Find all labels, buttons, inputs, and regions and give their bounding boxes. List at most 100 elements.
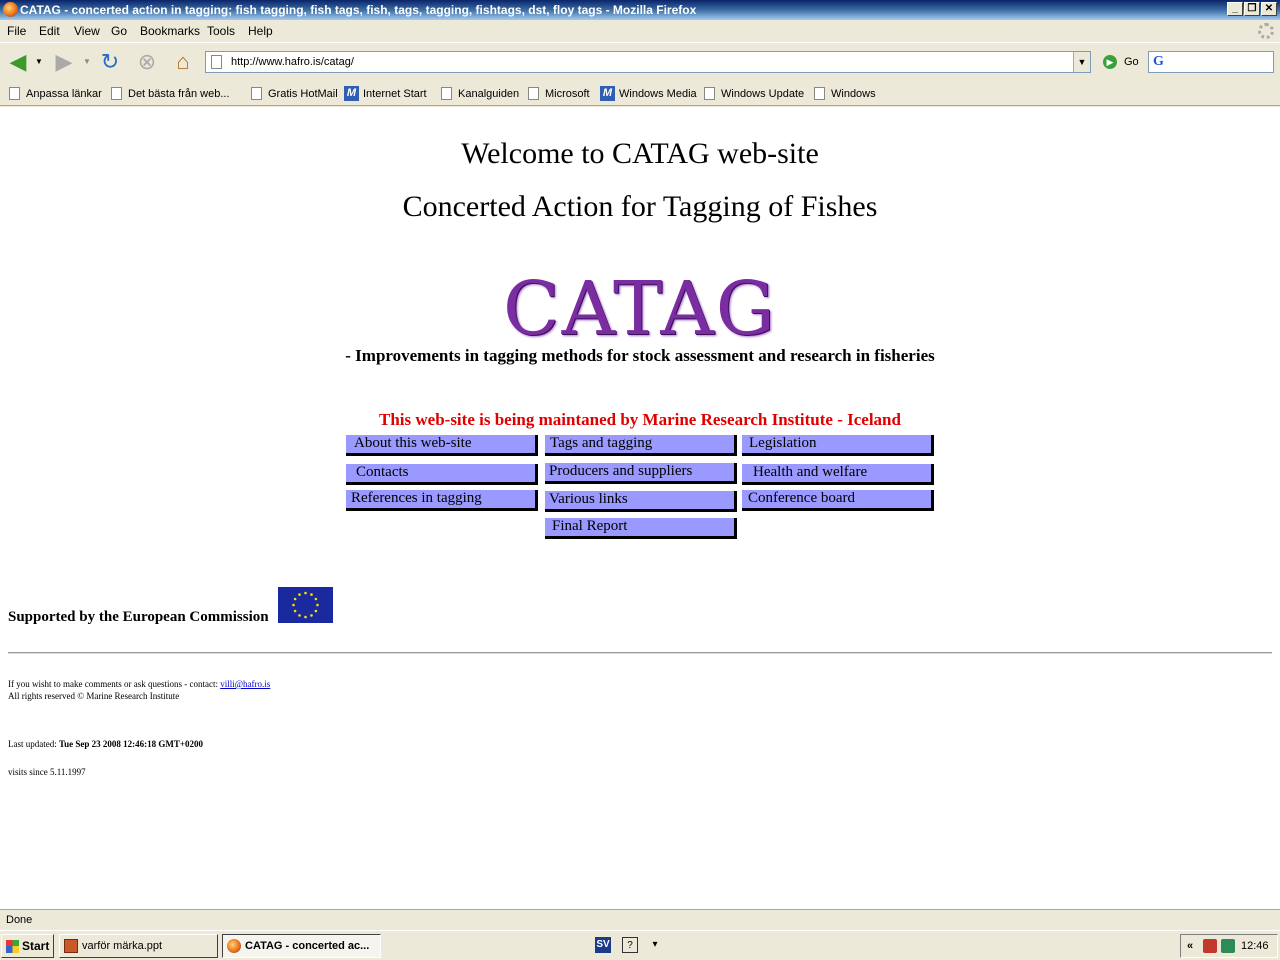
clock[interactable]: 12:46 bbox=[1241, 935, 1269, 957]
tray-expand-icon[interactable]: « bbox=[1187, 935, 1193, 957]
menu-go[interactable]: Go bbox=[111, 20, 127, 42]
forward-dropdown-icon[interactable]: ▼ bbox=[80, 49, 94, 75]
taskbar: Start varför märka.ppt CATAG - concerted… bbox=[0, 930, 1280, 960]
last-updated: Last updated: Tue Sep 23 2008 12:46:18 G… bbox=[8, 739, 203, 749]
task-firefox[interactable]: CATAG - concerted ac... bbox=[222, 934, 381, 958]
start-label[interactable]: Start bbox=[22, 939, 49, 953]
divider bbox=[8, 652, 1272, 654]
close-button[interactable]: ✕ bbox=[1261, 2, 1277, 16]
msn-icon: M bbox=[344, 85, 359, 101]
menu-help[interactable]: Help bbox=[248, 20, 273, 42]
nav-health-button[interactable]: Health and welfare bbox=[742, 464, 934, 485]
nav-legislation-button[interactable]: Legislation bbox=[742, 435, 934, 456]
nav-about-button[interactable]: About this web-site bbox=[346, 435, 538, 456]
google-icon[interactable]: G bbox=[1153, 54, 1164, 70]
bookmark-item[interactable]: Gratis HotMail bbox=[251, 82, 338, 106]
task-powerpoint[interactable]: varför märka.ppt bbox=[59, 934, 218, 958]
nav-conference-button[interactable]: Conference board bbox=[742, 490, 934, 511]
bookmarks-toolbar: Anpassa länkar Det bästa från web... Gra… bbox=[0, 82, 1280, 106]
bookmark-label[interactable]: Windows Update bbox=[721, 88, 804, 100]
bookmark-item[interactable]: M Internet Start bbox=[344, 82, 427, 106]
bookmark-page-icon bbox=[9, 86, 20, 100]
url-dropdown-icon[interactable]: ▼ bbox=[1073, 52, 1090, 72]
firefox-icon bbox=[3, 2, 18, 17]
bookmark-page-icon bbox=[441, 86, 452, 100]
status-bar: Done bbox=[0, 909, 1280, 930]
start-button[interactable]: Start bbox=[1, 934, 54, 958]
bookmark-label[interactable]: Windows Media bbox=[619, 88, 697, 100]
forward-icon[interactable]: ▶ bbox=[51, 49, 77, 75]
window-titlebar: CATAG - concerted action in tagging; fis… bbox=[0, 0, 1280, 20]
back-icon[interactable]: ◀ bbox=[5, 49, 31, 75]
network-tray-icon[interactable] bbox=[1221, 939, 1235, 953]
help-icon[interactable]: ? bbox=[622, 937, 638, 953]
home-icon[interactable]: ⌂ bbox=[170, 49, 196, 75]
status-text: Done bbox=[6, 914, 33, 926]
back-dropdown-icon[interactable]: ▼ bbox=[32, 49, 46, 75]
go-icon[interactable]: ▶ bbox=[1103, 55, 1117, 69]
language-indicator[interactable]: SV bbox=[595, 937, 611, 953]
visit-counter-text: visits since 5.11.1997 bbox=[8, 767, 86, 777]
contact-line: If you wisht to make comments or ask que… bbox=[8, 679, 270, 689]
bookmark-item[interactable]: Anpassa länkar bbox=[9, 82, 102, 106]
eu-flag-icon bbox=[278, 587, 333, 623]
bookmark-page-icon bbox=[814, 86, 825, 100]
bookmark-item[interactable]: Windows Update bbox=[704, 82, 804, 106]
go-button[interactable]: Go bbox=[1124, 55, 1139, 69]
last-updated-value: Tue Sep 23 2008 12:46:18 GMT+0200 bbox=[59, 739, 204, 749]
msn-icon: M bbox=[600, 85, 615, 101]
bookmark-label[interactable]: Anpassa länkar bbox=[26, 88, 102, 100]
nav-references-button[interactable]: References in tagging bbox=[346, 490, 538, 511]
page-icon bbox=[211, 55, 222, 69]
bookmark-label[interactable]: Kanalguiden bbox=[458, 88, 519, 100]
bookmark-label[interactable]: Det bästa från web... bbox=[128, 88, 230, 100]
stop-icon[interactable]: ⊗ bbox=[134, 49, 160, 75]
options-icon[interactable]: ▾ bbox=[647, 937, 663, 953]
bookmark-item[interactable]: M Windows Media bbox=[600, 82, 697, 106]
catag-logo: CATAG bbox=[503, 266, 777, 352]
bookmark-page-icon bbox=[704, 86, 715, 100]
bookmark-label[interactable]: Gratis HotMail bbox=[268, 88, 338, 100]
menu-bookmarks[interactable]: Bookmarks bbox=[140, 20, 200, 42]
bookmark-item[interactable]: Kanalguiden bbox=[441, 82, 519, 106]
task-label[interactable]: CATAG - concerted ac... bbox=[245, 940, 369, 952]
navigation-toolbar: ◀ ▼ ▶ ▼ ↻ ⊗ ⌂ http://www.hafro.is/catag/… bbox=[0, 42, 1280, 80]
bookmark-label[interactable]: Windows bbox=[831, 88, 876, 100]
support-text: Supported by the European Commission bbox=[8, 609, 269, 625]
nav-producers-button[interactable]: Producers and suppliers bbox=[545, 463, 737, 484]
bookmark-item[interactable]: Windows bbox=[814, 82, 876, 106]
contact-email-link[interactable]: villi@hafro.is bbox=[220, 679, 270, 689]
url-text[interactable]: http://www.hafro.is/catag/ bbox=[231, 52, 354, 72]
page-content: Welcome to CATAG web-site Concerted Acti… bbox=[0, 107, 1280, 909]
restore-button[interactable]: ❐ bbox=[1244, 2, 1260, 16]
reload-icon[interactable]: ↻ bbox=[97, 49, 123, 75]
bookmark-item[interactable]: Det bästa från web... bbox=[111, 82, 230, 106]
window-title: CATAG - concerted action in tagging; fis… bbox=[20, 3, 697, 17]
nav-tags-button[interactable]: Tags and tagging bbox=[545, 435, 737, 456]
task-label[interactable]: varför märka.ppt bbox=[82, 940, 162, 952]
bookmark-page-icon bbox=[528, 86, 539, 100]
maintainer-notice: This web-site is being maintaned by Mari… bbox=[379, 410, 901, 429]
page-subtitle: Concerted Action for Tagging of Fishes bbox=[402, 190, 878, 223]
url-bar[interactable]: http://www.hafro.is/catag/ ▼ bbox=[205, 51, 1091, 73]
menu-tools[interactable]: Tools bbox=[207, 20, 235, 42]
menu-file[interactable]: File bbox=[7, 20, 26, 42]
security-tray-icon[interactable] bbox=[1203, 939, 1217, 953]
page-title: Welcome to CATAG web-site bbox=[461, 137, 819, 170]
bookmark-page-icon bbox=[251, 86, 262, 100]
search-box[interactable]: G bbox=[1148, 51, 1274, 73]
bookmark-label[interactable]: Microsoft bbox=[545, 88, 590, 100]
powerpoint-icon bbox=[64, 939, 78, 953]
firefox-icon bbox=[227, 939, 241, 953]
menu-bar: File Edit View Go Bookmarks Tools Help bbox=[0, 20, 1280, 42]
nav-final-report-button[interactable]: Final Report bbox=[545, 518, 737, 539]
last-updated-label: Last updated: bbox=[8, 739, 57, 749]
menu-edit[interactable]: Edit bbox=[39, 20, 60, 42]
minimize-button[interactable]: _ bbox=[1227, 2, 1243, 16]
bookmark-label[interactable]: Internet Start bbox=[363, 88, 427, 100]
nav-contacts-button[interactable]: Contacts bbox=[346, 464, 538, 485]
menu-view[interactable]: View bbox=[74, 20, 100, 42]
nav-various-links-button[interactable]: Various links bbox=[545, 491, 737, 512]
bookmark-item[interactable]: Microsoft bbox=[528, 82, 590, 106]
throbber-icon bbox=[1258, 23, 1274, 39]
